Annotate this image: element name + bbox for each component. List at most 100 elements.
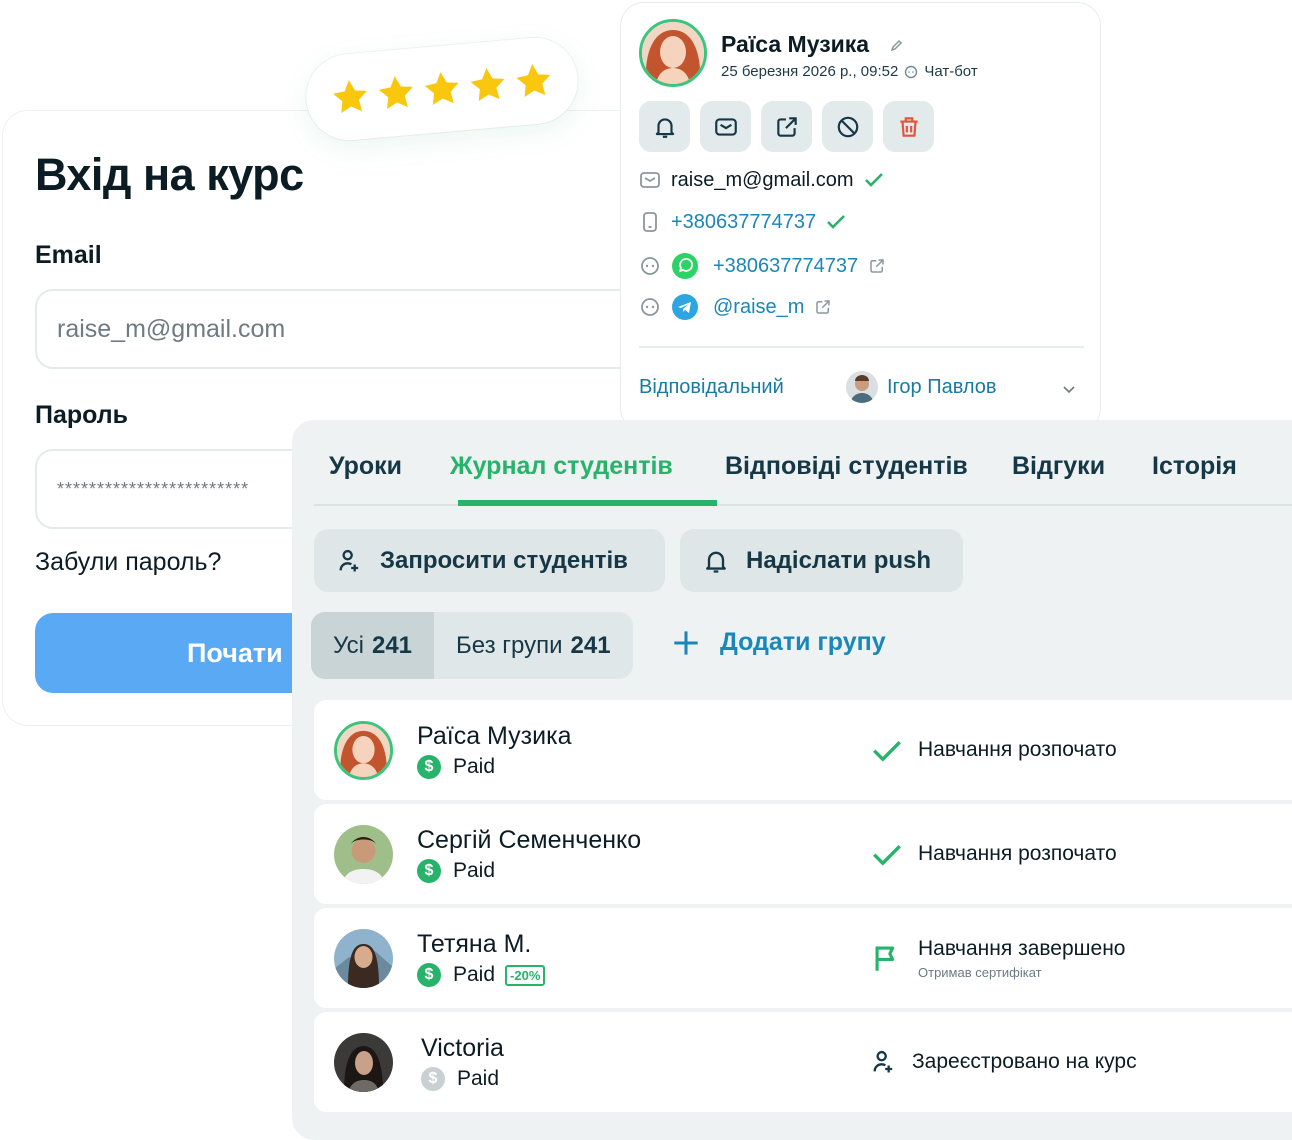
- password-label: Пароль: [35, 401, 129, 429]
- payment-label: Paid: [457, 1067, 500, 1090]
- forgot-password-link[interactable]: Забули пароль?: [35, 548, 221, 577]
- status-text: Навчання завершено: [918, 936, 1126, 960]
- table-row[interactable]: Сергій Семенченко $ Paid Навчання розпоч…: [314, 804, 1292, 904]
- contact-card: Раїса Музика 25 березня 2026 р., 09:52 Ч…: [620, 2, 1101, 432]
- external-link-icon[interactable]: [814, 298, 832, 316]
- check-icon: [827, 215, 846, 229]
- payment-status: $ Paid: [421, 1067, 499, 1091]
- tab-lessons[interactable]: Уроки: [329, 452, 402, 481]
- tab-history[interactable]: Історія: [1152, 452, 1237, 481]
- learning-status: Навчання розпочато: [870, 804, 1117, 904]
- chat-icon: [641, 298, 659, 316]
- block-button[interactable]: [822, 101, 873, 152]
- star-icon: [333, 80, 367, 114]
- chat-icon: [905, 65, 918, 78]
- learning-status: Навчання завершено Отримав сертифікат: [870, 908, 1125, 1008]
- user-add-icon: [339, 549, 359, 571]
- discount-badge: -20%: [505, 964, 546, 986]
- filter-no-group[interactable]: Без групи 241: [434, 612, 633, 679]
- star-icon: [516, 64, 551, 98]
- learning-status: Зареєстровано на курс: [870, 1012, 1137, 1112]
- payment-status: $ Paid: [417, 755, 495, 779]
- payment-label: Paid: [453, 963, 496, 986]
- block-icon: [837, 116, 858, 137]
- divider: [639, 346, 1084, 348]
- contact-name: Раїса Музика: [721, 31, 870, 57]
- tab-students-journal[interactable]: Журнал студентів: [450, 452, 673, 481]
- flag-icon: [875, 946, 895, 971]
- password-value: ************************: [57, 478, 250, 499]
- star-icon: [424, 72, 459, 106]
- contact-datetime: 25 березня 2026 р., 09:52: [721, 63, 899, 80]
- bell-icon: [706, 551, 726, 573]
- student-name: Тетяна М.: [417, 930, 532, 958]
- contact-email-row: raise_m@gmail.com: [639, 168, 886, 192]
- filter-all-count: 241: [371, 631, 413, 659]
- status-text: Навчання розпочато: [918, 842, 1117, 865]
- payment-status: $ Paid -20%: [417, 963, 546, 987]
- contact-telegram-row: @raise_m: [639, 293, 832, 321]
- student-name: Сергій Семенченко: [417, 826, 642, 854]
- students-list: Раїса Музика $ Paid Навчання розпочато С…: [314, 700, 1292, 1116]
- email-value: raise_m@gmail.com: [57, 314, 286, 343]
- filter-all[interactable]: Усі 241: [311, 612, 435, 679]
- table-row[interactable]: Раїса Музика $ Paid Навчання розпочато: [314, 700, 1292, 800]
- dollar-icon: $: [417, 859, 441, 883]
- send-push-label: Надіслати push: [746, 546, 932, 574]
- send-push-button[interactable]: Надіслати push: [680, 529, 963, 592]
- trash-icon: [899, 116, 918, 137]
- tab-reviews[interactable]: Відгуки: [1012, 452, 1105, 481]
- delete-button[interactable]: [883, 101, 934, 152]
- add-group-label: Додати групу: [720, 628, 886, 656]
- student-name: Victoria: [421, 1034, 504, 1062]
- contact-phone[interactable]: +380637774737: [671, 211, 816, 234]
- open-external-button[interactable]: [761, 101, 812, 152]
- dollar-icon: $: [417, 963, 441, 987]
- star-icon: [470, 68, 505, 102]
- email-field[interactable]: raise_m@gmail.com: [35, 289, 695, 369]
- phone-icon: [643, 212, 657, 232]
- payment-label: Paid: [453, 859, 496, 882]
- avatar: [334, 825, 393, 884]
- add-group-button[interactable]: Додати групу: [672, 628, 886, 657]
- star-icon: [378, 76, 413, 110]
- bell-button[interactable]: [639, 101, 690, 152]
- chevron-down-icon[interactable]: [1061, 381, 1077, 397]
- tab-student-answers[interactable]: Відповіді студентів: [725, 452, 968, 481]
- external-link-icon[interactable]: [868, 257, 886, 275]
- user-add-icon: [873, 1050, 893, 1073]
- responsible-label: Відповідальний: [639, 376, 784, 398]
- telegram-icon: [672, 294, 698, 320]
- contact-telegram[interactable]: @raise_m: [713, 296, 804, 319]
- whatsapp-icon: [672, 253, 698, 279]
- learning-status: Навчання розпочато: [870, 700, 1117, 800]
- table-row[interactable]: Victoria $ Paid Зареєстровано на курс: [314, 1012, 1292, 1112]
- responsible-avatar: [846, 371, 878, 403]
- check-icon: [864, 173, 883, 187]
- contact-actions: [639, 101, 934, 152]
- edit-icon[interactable]: [889, 37, 905, 53]
- dollar-icon: $: [417, 755, 441, 779]
- table-row[interactable]: Тетяна М. $ Paid -20% Навчання завершено…: [314, 908, 1292, 1008]
- external-link-icon: [776, 116, 797, 137]
- filter-all-label: Усі: [333, 631, 364, 659]
- status-text: Навчання розпочато: [918, 738, 1117, 761]
- filter-no-group-label: Без групи: [456, 631, 563, 659]
- students-panel: Уроки Журнал студентів Відповіді студент…: [292, 420, 1292, 1140]
- payment-status: $ Paid: [417, 859, 495, 883]
- avatar: [334, 1033, 393, 1092]
- start-button-label: Почати: [187, 637, 283, 668]
- email-button[interactable]: [700, 101, 751, 152]
- contact-phone-row: +380637774737: [639, 210, 848, 234]
- bell-icon: [655, 117, 674, 138]
- contact-email: raise_m@gmail.com: [671, 168, 854, 191]
- email-label: Email: [35, 241, 102, 269]
- invite-students-button[interactable]: Запросити студентів: [314, 529, 665, 592]
- student-name: Раїса Музика: [417, 722, 572, 750]
- avatar: [334, 929, 393, 988]
- check-icon: [873, 845, 901, 866]
- responsible-select[interactable]: Ігор Павлов: [887, 376, 997, 399]
- contact-whatsapp-row: +380637774737: [639, 252, 886, 280]
- envelope-icon: [640, 172, 660, 188]
- contact-whatsapp[interactable]: +380637774737: [713, 255, 858, 278]
